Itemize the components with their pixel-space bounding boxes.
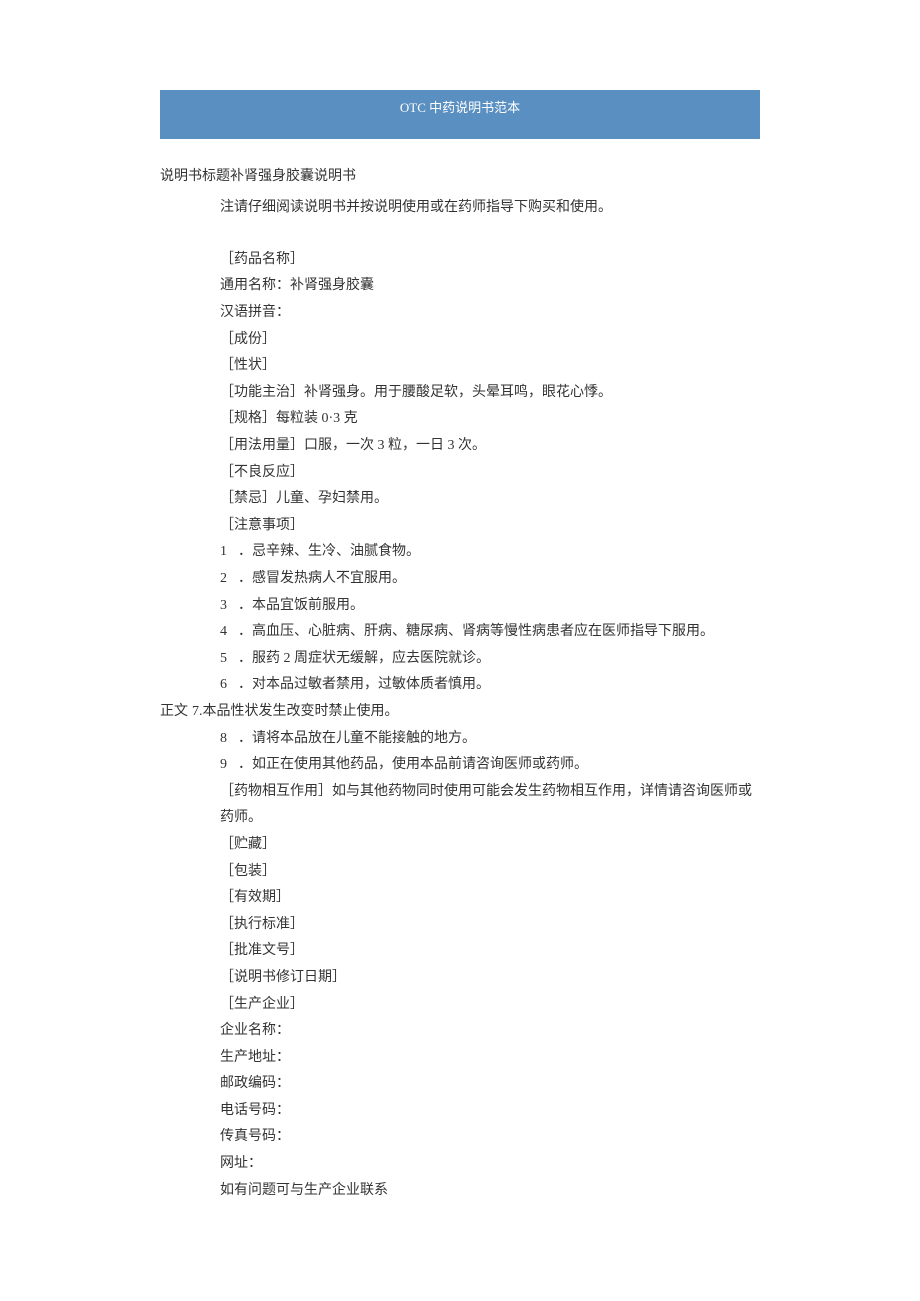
list-number: 6 <box>220 672 238 699</box>
bracket-label: ［禁忌］ <box>220 491 276 506</box>
content-line: 3．本品宜饭前服用。 <box>220 593 760 620</box>
list-number: 5 <box>220 646 238 673</box>
content-line: ［功能主治］补肾强身。用于腰酸足软，头晕耳鸣，眼花心悸。 <box>220 380 760 407</box>
plain-text: 通用名称：补肾强身胶囊 <box>220 278 374 293</box>
content-line: 生产地址： <box>220 1045 760 1072</box>
bracket-label: ［包装］ <box>220 864 276 879</box>
content-line: 8．请将本品放在儿童不能接触的地方。 <box>220 726 760 753</box>
content-line: ［说明书修订日期］ <box>220 965 760 992</box>
plain-text: 汉语拼音： <box>220 305 290 320</box>
list-number: 4 <box>220 619 238 646</box>
list-text: ．请将本品放在儿童不能接触的地方。 <box>238 726 476 753</box>
bracket-label: ［规格］ <box>220 411 276 426</box>
bracket-label: ［说明书修订日期］ <box>220 970 346 985</box>
list-number: 2 <box>220 566 238 593</box>
bracket-label: ［有效期］ <box>220 890 290 905</box>
list-text: ．高血压、心脏病、肝病、糖尿病、肾病等慢性病患者应在医师指导下服用。 <box>238 619 714 646</box>
content-line: 网址： <box>220 1151 760 1178</box>
body-prefix: 正文 <box>160 699 188 726</box>
content-line: 汉语拼音： <box>220 300 760 327</box>
plain-text: 生产地址： <box>220 1050 290 1065</box>
list-number: 3 <box>220 593 238 620</box>
content-line: 电话号码： <box>220 1098 760 1125</box>
plain-text: 网址： <box>220 1156 262 1171</box>
plain-text: 电话号码： <box>220 1103 290 1118</box>
list-text: ．服药 2 周症状无缓解，应去医院就诊。 <box>238 646 490 673</box>
content-line: 4．高血压、心脏病、肝病、糖尿病、肾病等慢性病患者应在医师指导下服用。 <box>220 619 760 646</box>
bracket-label: ［功能主治］ <box>220 385 304 400</box>
banner-title: OTC 中药说明书范本 <box>400 100 520 115</box>
bracket-label: ［性状］ <box>220 358 276 373</box>
body-7-text: 7.本品性状发生改变时禁止使用。 <box>188 699 399 726</box>
bracket-label: ［药物相互作用］ <box>220 784 332 799</box>
content-line: ［成份］ <box>220 327 760 354</box>
bracket-label: ［批准文号］ <box>220 943 304 958</box>
body-text-line-7: 正文 7.本品性状发生改变时禁止使用。 <box>160 699 760 726</box>
bracket-label: ［注意事项］ <box>220 518 304 533</box>
content-line: ［性状］ <box>220 353 760 380</box>
content-line: ［禁忌］儿童、孕妇禁用。 <box>220 486 760 513</box>
content-line: 企业名称： <box>220 1018 760 1045</box>
content-line: ［药品名称］ <box>220 247 760 274</box>
content-line: ［注意事项］ <box>220 513 760 540</box>
list-text: ．对本品过敏者禁用，过敏体质者慎用。 <box>238 672 490 699</box>
bracket-label: ［药品名称］ <box>220 252 304 267</box>
content-line: ［包装］ <box>220 859 760 886</box>
list-text: ．如正在使用其他药品，使用本品前请咨询医师或药师。 <box>238 752 588 779</box>
list-text: ．感冒发热病人不宜服用。 <box>238 566 406 593</box>
list-text: ．忌辛辣、生冷、油腻食物。 <box>238 539 420 566</box>
content-block-1: ［药品名称］ 通用名称：补肾强身胶囊汉语拼音： ［成份］ ［性状］ ［功能主治］补肾强身… <box>160 247 760 699</box>
plain-text: 如有问题可与生产企业联系 <box>220 1183 388 1198</box>
content-line: ［规格］每粒装 0·3 克 <box>220 406 760 433</box>
title-label: 说明书标题 <box>160 169 230 184</box>
header-banner: OTC 中药说明书范本 <box>160 90 760 139</box>
content-line: 如有问题可与生产企业联系 <box>220 1178 760 1205</box>
plain-text: 传真号码： <box>220 1129 290 1144</box>
content-line: ［贮藏］ <box>220 832 760 859</box>
bracket-value: 补肾强身。用于腰酸足软，头晕耳鸣，眼花心悸。 <box>304 385 612 400</box>
content-line: ［批准文号］ <box>220 938 760 965</box>
content-line: ［不良反应］ <box>220 460 760 487</box>
bracket-label: ［贮藏］ <box>220 837 276 852</box>
content-line: 5．服药 2 周症状无缓解，应去医院就诊。 <box>220 646 760 673</box>
plain-text: 企业名称： <box>220 1023 290 1038</box>
bracket-label: ［执行标准］ <box>220 917 304 932</box>
bracket-value: 口服，一次 3 粒，一日 3 次。 <box>304 438 486 453</box>
content-line: ［生产企业］ <box>220 992 760 1019</box>
list-number: 8 <box>220 726 238 753</box>
content-line: 1．忌辛辣、生冷、油腻食物。 <box>220 539 760 566</box>
bracket-value: 每粒装 0·3 克 <box>276 411 358 426</box>
content-line: 9．如正在使用其他药品，使用本品前请咨询医师或药师。 <box>220 752 760 779</box>
content-line: 传真号码： <box>220 1124 760 1151</box>
content-line: ［用法用量］口服，一次 3 粒，一日 3 次。 <box>220 433 760 460</box>
bracket-label: ［生产企业］ <box>220 997 304 1012</box>
content-line: ［执行标准］ <box>220 912 760 939</box>
document-title-line: 说明书标题补肾强身胶囊说明书 <box>160 164 760 191</box>
content-line: 2．感冒发热病人不宜服用。 <box>220 566 760 593</box>
note-text: 注请仔细阅读说明书并按说明使用或在药师指导下购买和使用。 <box>220 200 612 215</box>
plain-text: 邮政编码： <box>220 1076 290 1091</box>
content-line: 6．对本品过敏者禁用，过敏体质者慎用。 <box>220 672 760 699</box>
list-number: 1 <box>220 539 238 566</box>
bracket-label: ［成份］ <box>220 332 276 347</box>
content-line: 通用名称：补肾强身胶囊 <box>220 273 760 300</box>
note-line: 注请仔细阅读说明书并按说明使用或在药师指导下购买和使用。 <box>160 195 760 222</box>
content-line: ［有效期］ <box>220 885 760 912</box>
bracket-label: ［用法用量］ <box>220 438 304 453</box>
title-value: 补肾强身胶囊说明书 <box>230 169 356 184</box>
content-line: 邮政编码： <box>220 1071 760 1098</box>
content-block-2: 8．请将本品放在儿童不能接触的地方。9．如正在使用其他药品，使用本品前请咨询医师… <box>160 726 760 1205</box>
bracket-value: 儿童、孕妇禁用。 <box>276 491 388 506</box>
list-number: 9 <box>220 752 238 779</box>
bracket-label: ［不良反应］ <box>220 465 304 480</box>
list-text: ．本品宜饭前服用。 <box>238 593 364 620</box>
content-line: ［药物相互作用］如与其他药物同时使用可能会发生药物相互作用，详情请咨询医师或药师… <box>220 779 760 832</box>
